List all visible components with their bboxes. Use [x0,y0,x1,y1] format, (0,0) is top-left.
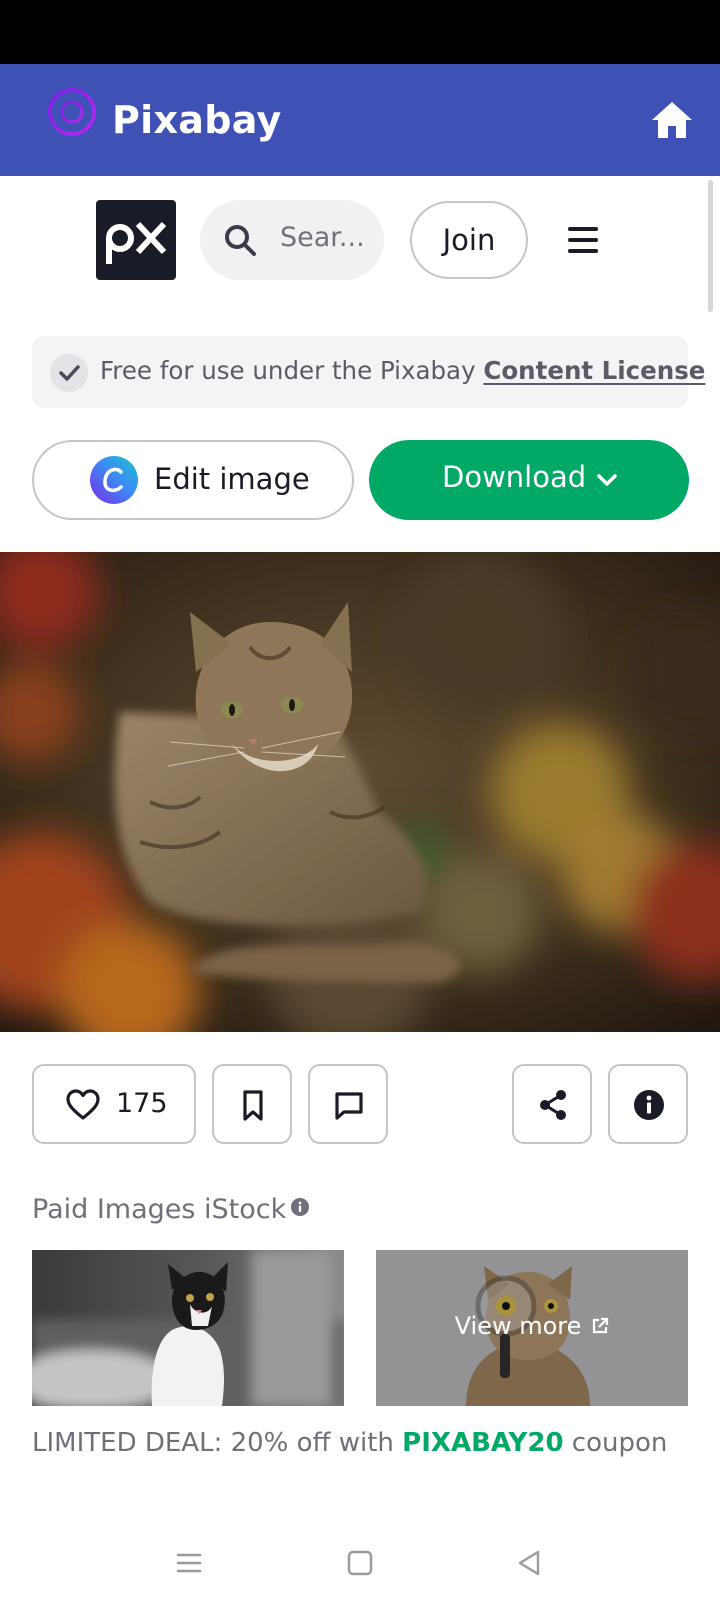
pixabay-logo-icon [48,88,96,152]
paid-images-label: Paid Images iStock [32,1194,287,1225]
edit-image-button[interactable]: Edit image [32,440,354,520]
comment-icon [335,1092,363,1120]
content-license-link[interactable]: Content License [483,356,705,385]
comment-button[interactable] [308,1064,388,1144]
share-button[interactable] [512,1064,592,1144]
kitten-thumbnail-image [32,1250,344,1406]
share-icon [540,1090,566,1120]
cat-photo-image [0,552,720,1032]
view-more-link[interactable]: View more [376,1312,688,1340]
paid-image-thumbnail[interactable] [32,1250,344,1406]
app-bar: Pixabay [0,64,720,176]
chevron-down-icon [597,474,617,486]
check-icon [59,365,80,381]
cat-photo[interactable] [0,552,720,1032]
heart-icon [66,1089,100,1120]
deal-prefix: LIMITED DEAL: 20% off with [32,1428,403,1458]
info-button[interactable] [608,1064,688,1144]
deal-suffix: coupon [563,1428,668,1458]
info-icon[interactable] [290,1197,310,1217]
license-prefix: Free for use under the Pixabay [100,356,484,385]
info-icon [634,1090,664,1120]
search-input[interactable]: Sear... [200,200,384,280]
view-more-thumbnail[interactable]: View more [376,1250,688,1406]
like-button[interactable]: 175 [32,1064,196,1144]
license-check-badge [50,354,88,392]
canva-icon [90,456,138,504]
license-notice: Free for use under the Pixabay Content L… [32,336,705,408]
home-nav-icon[interactable] [345,1548,375,1578]
search-icon [225,225,256,256]
scrollbar[interactable] [708,180,713,312]
limited-deal-banner: LIMITED DEAL: 20% off with PIXABAY20 cou… [32,1428,667,1458]
bookmark-button[interactable] [212,1064,292,1144]
like-count: 175 [116,1088,168,1119]
back-icon[interactable] [515,1548,545,1578]
join-label: Join [442,223,496,257]
bookmark-icon [243,1090,263,1121]
app-title: Pixabay [112,98,282,142]
recent-apps-icon[interactable] [174,1548,204,1578]
search-placeholder: Sear... [280,222,365,253]
paid-images-title: Paid Images iStock [32,1194,310,1225]
pixabay-site-logo[interactable] [96,200,176,280]
external-link-icon [593,1317,609,1334]
px-logo-icon [106,221,167,264]
join-button[interactable]: Join [410,201,528,279]
menu-icon[interactable] [566,222,600,258]
coupon-code: PIXABAY20 [402,1428,564,1458]
license-text: Free for use under the Pixabay Content L… [100,356,705,385]
status-bar [0,0,720,64]
view-more-label: View more [454,1312,582,1340]
download-button[interactable]: Download [369,440,689,520]
edit-image-label: Edit image [154,462,310,496]
system-navigation-bar [0,1528,720,1600]
home-icon[interactable] [650,98,694,142]
download-label: Download [442,460,587,494]
